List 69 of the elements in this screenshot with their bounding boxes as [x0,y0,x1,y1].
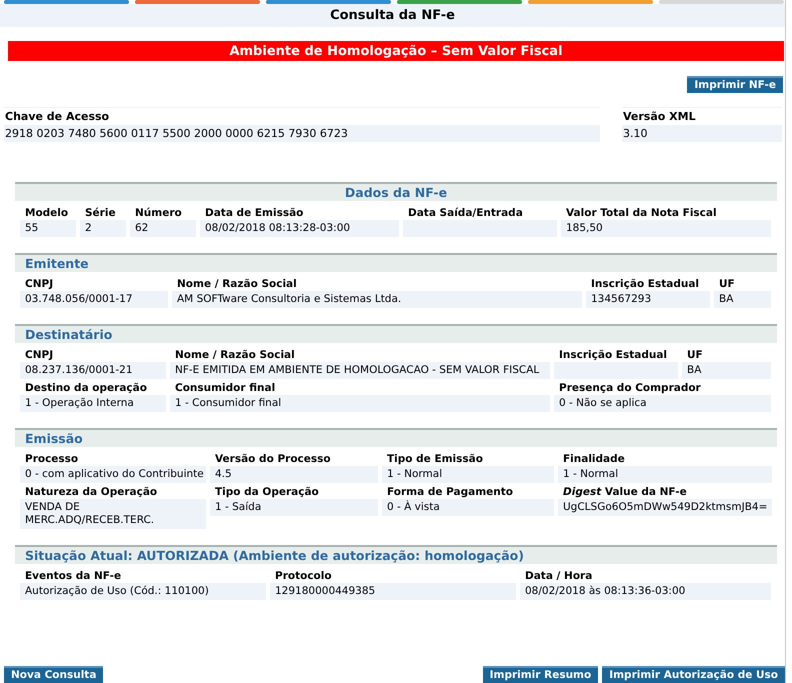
field-value: NF-E EMITIDA EM AMBIENTE DE HOMOLOGACAO - SEM VALOR FISCAL [170,362,550,379]
field-label: Consumidor final [174,381,276,395]
field-label: Chave de Acesso [4,109,110,125]
print-button[interactable]: Imprimir Resumo [482,666,598,683]
field-label: Data / Hora [524,569,594,583]
field-value: 134567293 [586,291,710,308]
field-value: UgCLSGo6O5mDWw549D2ktmsmJB4= [558,499,772,516]
field-value: 1 - Consumidor final [170,395,550,412]
field-value: 08.237.136/0001-21 [20,362,166,379]
field-label: Data de Emissão [204,206,304,220]
field-value: 1 - Normal [382,466,554,483]
field-value: VENDA DE MERC.ADQ/RECEB.TERC. [20,499,206,529]
field-value: Autorização de Uso (Cód.: 110100) [20,583,266,600]
field-value: BA [714,291,771,308]
field-value: 1 - Normal [558,466,772,483]
field-label: Processo [24,452,80,466]
field-label: Número [134,206,183,220]
field-label: CNPJ [24,348,54,362]
field-value: 4.5 [210,466,378,483]
field-label: Versão XML [622,109,697,125]
field-value: 03.748.056/0001-17 [20,291,168,308]
field-value: 1 - Operação Interna [20,395,166,412]
field-label: Finalidade [562,452,626,466]
field-label: Forma de Pagamento [386,485,514,499]
field-value: 08/02/2018 às 08:13:36-03:00 [520,583,771,600]
print-button[interactable]: Imprimir NF-e [687,76,783,93]
field-value: 3.10 [622,125,782,142]
field-label: Valor Total da Nota Fiscal [565,206,718,220]
field-value: 55 [20,220,76,237]
field-label: Tipo de Emissão [386,452,484,466]
field-label: Digest Value da NF-e [562,485,688,499]
new-query-button[interactable]: Nova Consulta [4,666,104,683]
field-value: 0 - com aplicativo do Contribuinte [20,466,206,483]
field-value: 129180000449385 [270,583,516,600]
field-value: 0 - Não se aplica [554,395,771,412]
field-label: CNPJ [24,277,54,291]
section-header: Emissão [15,428,777,447]
page-title: Consulta da NF-e [330,8,455,23]
field-label: Inscrição Estadual [590,277,700,291]
field-value: BA [682,362,771,379]
section-header: Dados da NF-e [15,182,777,201]
field-label: Versão do Processo [214,452,332,466]
section-header: Emitente [15,253,777,272]
field-label: UF [718,277,736,291]
field-label: Série [84,206,117,220]
field-label: Data Saída/Entrada [407,206,524,220]
field-label: Modelo [24,206,70,220]
field-label: Nome / Razão Social [174,348,296,362]
field-label: UF [686,348,704,362]
section-header: Situação Atual: AUTORIZADA (Ambiente de autorização: homologação) [15,545,777,564]
field-value: 62 [130,220,196,237]
field-value: 2 [80,220,126,237]
field-value: 1 - Saída [210,499,378,516]
field-label: Destino da operação [24,381,148,395]
field-value: 08/02/2018 08:13:28-03:00 [200,220,399,237]
print-button[interactable]: Imprimir Autorização de Uso [602,666,785,683]
field-label: Inscrição Estadual [558,348,668,362]
environment-banner: Ambiente de Homologação – Sem Valor Fiscal [8,41,784,61]
section-header: Destinatário [15,324,777,343]
field-label: Nome / Razão Social [176,277,298,291]
field-value: 185,50 [561,220,771,237]
field-label: Natureza da Operação [24,485,158,499]
field-label: Protocolo [274,569,333,583]
field-value: 2918 0203 7480 5600 0117 5500 2000 0000 6215 7930 6723 [4,125,600,142]
field-value: AM SOFTware Consultoria e Sistemas Ltda. [172,291,582,308]
field-label: Presença do Comprador [558,381,702,395]
field-value: 0 - À vista [382,499,554,516]
field-label: Eventos da NF-e [24,569,122,583]
field-label: Tipo da Operação [214,485,320,499]
